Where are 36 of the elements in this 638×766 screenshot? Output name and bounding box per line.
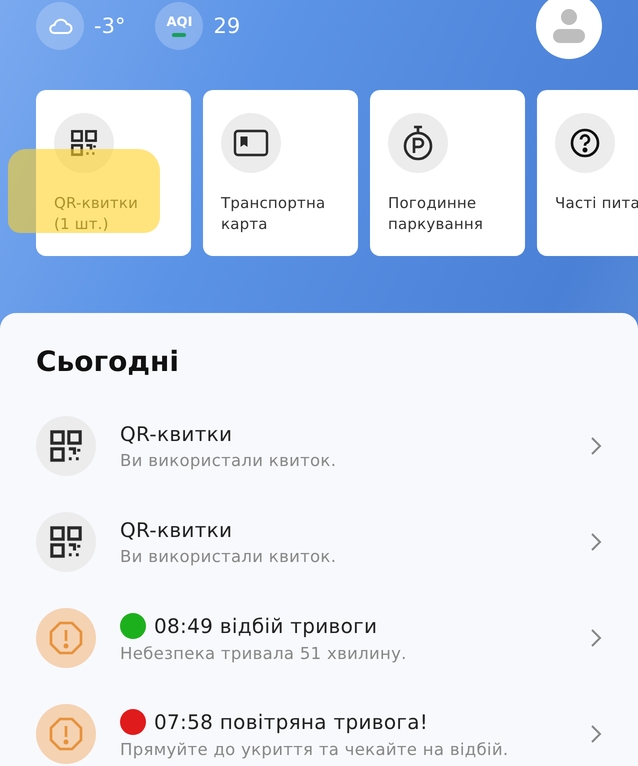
chevron-icon: [590, 532, 602, 552]
chevron-icon: [590, 628, 602, 648]
aqi-badge: AQI: [155, 2, 204, 50]
shortcut-label: Погодинне паркування: [388, 193, 484, 235]
shortcut-label: Транспортна карта: [221, 193, 326, 235]
notification-title: 08:49 відбій тривоги: [154, 614, 378, 638]
cloud-icon: [47, 17, 73, 35]
temperature: -3°: [94, 14, 126, 38]
notification-item[interactable]: QR-квитки Ви використали квиток.: [36, 494, 602, 590]
aqi-value: 29: [213, 14, 240, 38]
qr-code-icon: [49, 429, 83, 463]
card-icon: [233, 129, 269, 157]
stopwatch-parking-icon: [402, 125, 434, 161]
notification-item[interactable]: QR-квитки Ви використали квиток.: [36, 398, 602, 494]
notification-subtitle: Ви використали квиток.: [120, 547, 338, 566]
notification-item[interactable]: 07:58 повітряна тривога! Прямуйте до укриття та чекайте на відбій.: [36, 686, 602, 766]
help-icon: [569, 127, 601, 159]
notification-subtitle: Прямуйте до укриття та чекайте на відбій.: [120, 740, 510, 759]
chevron-icon: [590, 724, 602, 744]
notification-subtitle: Небезпека тривала 51 хвилину.: [120, 644, 408, 663]
shortcut-card[interactable]: Транспортна карта: [203, 90, 358, 256]
warning-icon: [49, 621, 83, 655]
chevron-icon: [590, 436, 602, 456]
notification-title: QR-квитки: [120, 422, 232, 446]
section-title: Сьогодні: [36, 345, 180, 378]
qr-code-icon: [70, 129, 98, 157]
shortcut-card[interactable]: Погодинне паркування: [370, 90, 525, 256]
shortcut-label: QR-квитки (1 шт.): [54, 193, 140, 235]
qr-code-icon: [49, 525, 83, 559]
notification-title: 07:58 повітряна тривога!: [154, 710, 428, 734]
warning-icon: [49, 717, 83, 751]
notification-item[interactable]: 08:49 відбій тривоги Небезпека тривала 51 хвилину.: [36, 590, 602, 686]
notification-title: QR-квитки: [120, 518, 232, 542]
notification-subtitle: Ви використали квиток.: [120, 451, 338, 470]
profile-button[interactable]: [536, 0, 602, 59]
avatar-icon: [552, 8, 586, 44]
